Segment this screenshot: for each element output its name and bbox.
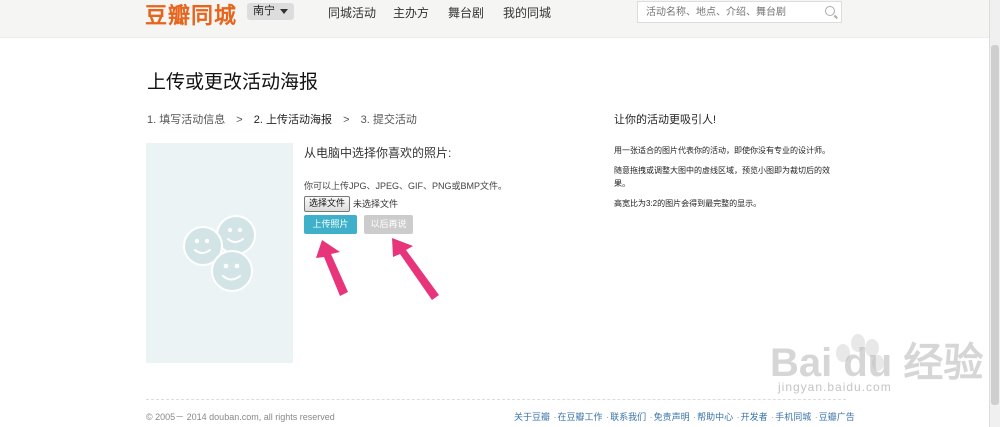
tip-3: 高宽比为3:2的图片会得到最完整的显示。 [614,199,762,208]
sidebar-title: 让你的活动更吸引人! [614,114,717,126]
footer-divider [146,399,846,400]
arrow-to-later-icon [392,238,439,300]
tip-2: 随意拖拽或调整大图中的虚线区域，预览小图即为裁切后的效果。 [614,166,830,188]
sidebar-tips: 用一张适合的图片代表你的活动，即使你没有专业的设计师。 随意拖拽或调整大图中的虚… [614,144,844,217]
footer-link-about[interactable]: 关于豆瓣 [514,412,550,422]
tip-1: 用一张适合的图片代表你的活动，即使你没有专业的设计师。 [614,146,830,155]
footer-link-help[interactable]: 帮助中心 [692,412,733,422]
footer-link-contact[interactable]: 联系我们 [605,412,646,422]
arrow-to-upload-icon [316,240,348,296]
watermark-url: jingyan.baidu.com [778,380,892,394]
footer-link-jobs[interactable]: 在豆瓣工作 [553,412,603,422]
copyright-text: © 2005－ 2014 douban.com, all rights rese… [146,412,335,422]
footer-link-disclaimer[interactable]: 免责声明 [649,412,690,422]
